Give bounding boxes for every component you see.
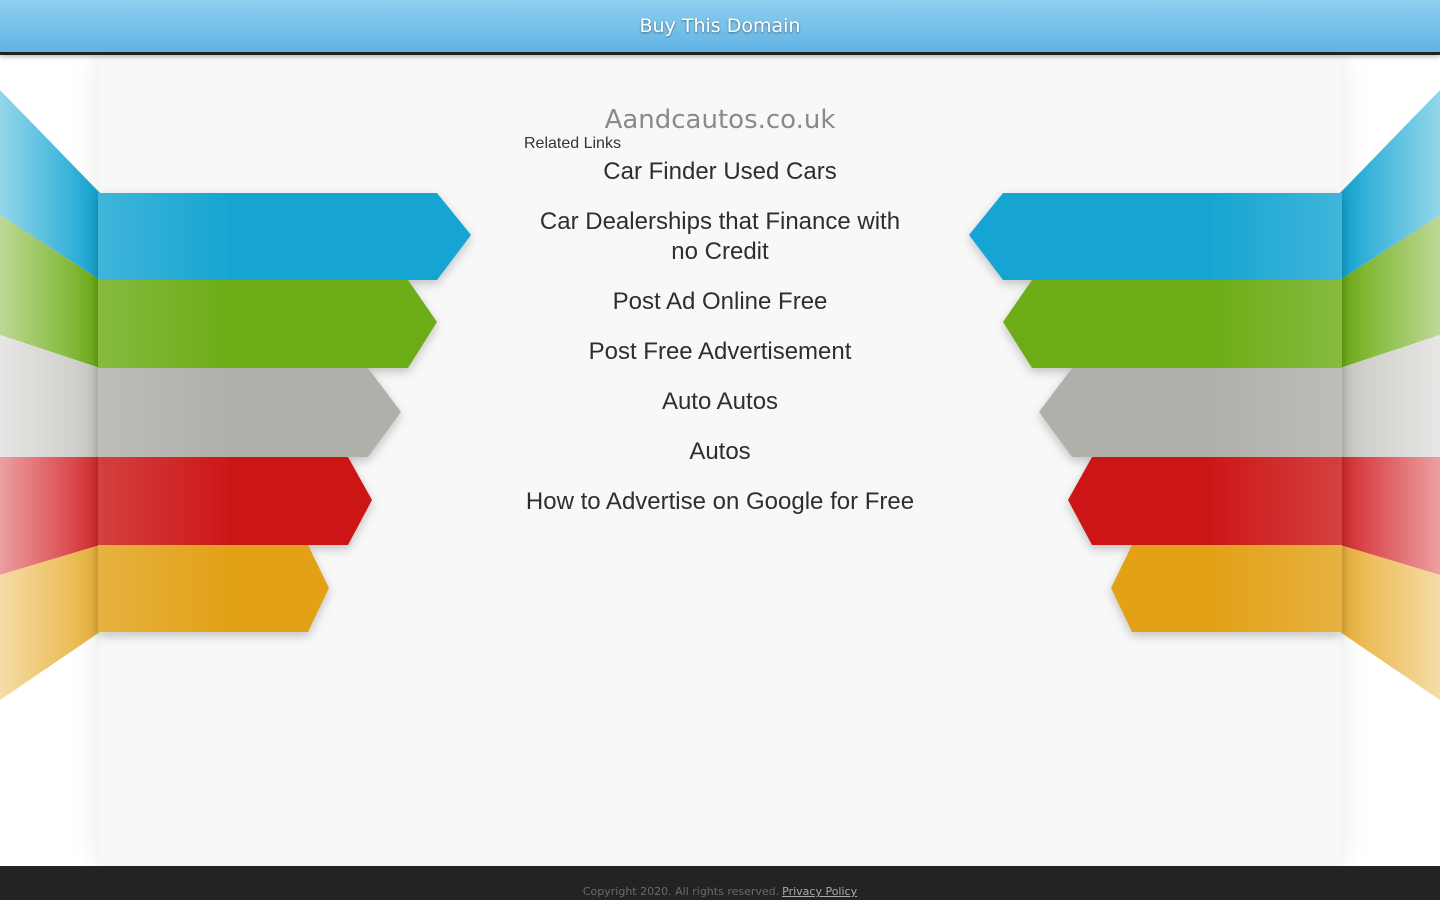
list-item: Car Finder Used Cars bbox=[524, 157, 916, 187]
buy-domain-link[interactable]: Buy This Domain bbox=[640, 15, 801, 37]
list-item: Post Free Advertisement bbox=[524, 337, 916, 367]
related-link[interactable]: How to Advertise on Google for Free bbox=[526, 487, 914, 517]
copyright-text: Copyright 2020. All rights reserved. bbox=[582, 885, 780, 898]
top-bar: Buy This Domain bbox=[0, 0, 1440, 55]
related-link[interactable]: Auto Autos bbox=[662, 387, 778, 417]
list-item: Autos bbox=[524, 437, 916, 467]
footer: Copyright 2020. All rights reserved. Pri… bbox=[0, 866, 1440, 900]
left-fan bbox=[0, 85, 100, 705]
list-item: Post Ad Online Free bbox=[524, 287, 916, 317]
domain-title: Aandcautos.co.uk bbox=[604, 105, 836, 135]
related-link[interactable]: Car Finder Used Cars bbox=[603, 157, 836, 187]
right-fan bbox=[1340, 85, 1440, 705]
related-links: Related Links Car Finder Used Cars Car D… bbox=[524, 135, 916, 537]
list-item: Car Dealerships that Finance with no Cre… bbox=[524, 207, 916, 267]
related-links-heading: Related Links bbox=[524, 135, 621, 152]
related-link[interactable]: Autos bbox=[689, 437, 750, 467]
related-links-list: Car Finder Used Cars Car Dealerships tha… bbox=[524, 157, 916, 517]
related-link[interactable]: Post Free Advertisement bbox=[589, 337, 852, 367]
related-link[interactable]: Post Ad Online Free bbox=[613, 287, 828, 317]
related-link[interactable]: Car Dealerships that Finance with no Cre… bbox=[524, 207, 916, 267]
list-item: How to Advertise on Google for Free bbox=[524, 487, 916, 517]
privacy-policy-link[interactable]: Privacy Policy bbox=[782, 885, 857, 898]
list-item: Auto Autos bbox=[524, 387, 916, 417]
